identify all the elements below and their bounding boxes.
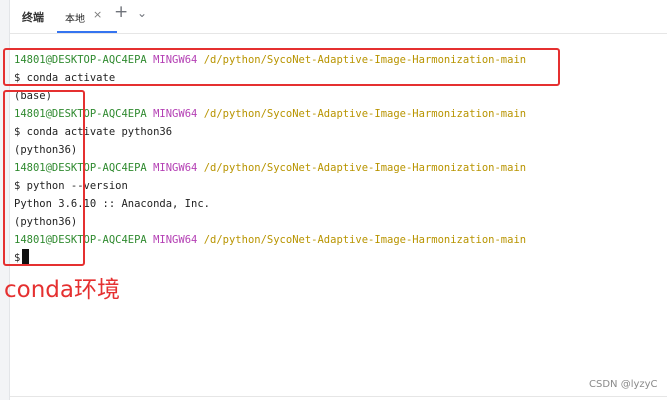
divider xyxy=(10,396,667,397)
prompt-system: MINGW64 xyxy=(153,234,198,246)
terminal-output[interactable]: 14801@DESKTOP-AQC4EPA MINGW64 /d/python/… xyxy=(10,34,667,400)
watermark: CSDN @lyzyC xyxy=(589,379,658,390)
chevron-down-icon[interactable]: ⌄ xyxy=(137,6,147,20)
highlight-box-prompt xyxy=(3,48,560,86)
prompt-path: /d/python/SycoNet-Adaptive-Image-Harmoni… xyxy=(203,162,527,174)
tab-local[interactable]: 本地 × xyxy=(57,0,117,33)
prompt-path: /d/python/SycoNet-Adaptive-Image-Harmoni… xyxy=(203,234,527,246)
close-icon[interactable]: × xyxy=(93,8,102,21)
terminal-line-prompt: 14801@DESKTOP-AQC4EPA MINGW64 /d/python/… xyxy=(14,159,526,177)
plus-icon[interactable]: + xyxy=(114,4,128,21)
tab-bar: 终端 本地 × + ⌄ xyxy=(10,0,667,34)
tab-local-label: 本地 xyxy=(65,14,85,25)
terminal-panel-title: 终端 xyxy=(22,11,44,24)
annotation-label: conda环境 xyxy=(4,277,120,303)
prompt-system: MINGW64 xyxy=(153,162,198,174)
terminal-window: 终端 本地 × + ⌄ 14801@DESKTOP-AQC4EPA MINGW6… xyxy=(0,0,667,400)
prompt-system: MINGW64 xyxy=(153,108,198,120)
prompt-path: /d/python/SycoNet-Adaptive-Image-Harmoni… xyxy=(203,108,527,120)
terminal-line-prompt: 14801@DESKTOP-AQC4EPA MINGW64 /d/python/… xyxy=(14,231,526,249)
terminal-line-prompt: 14801@DESKTOP-AQC4EPA MINGW64 /d/python/… xyxy=(14,105,526,123)
highlight-box-env xyxy=(3,90,85,266)
